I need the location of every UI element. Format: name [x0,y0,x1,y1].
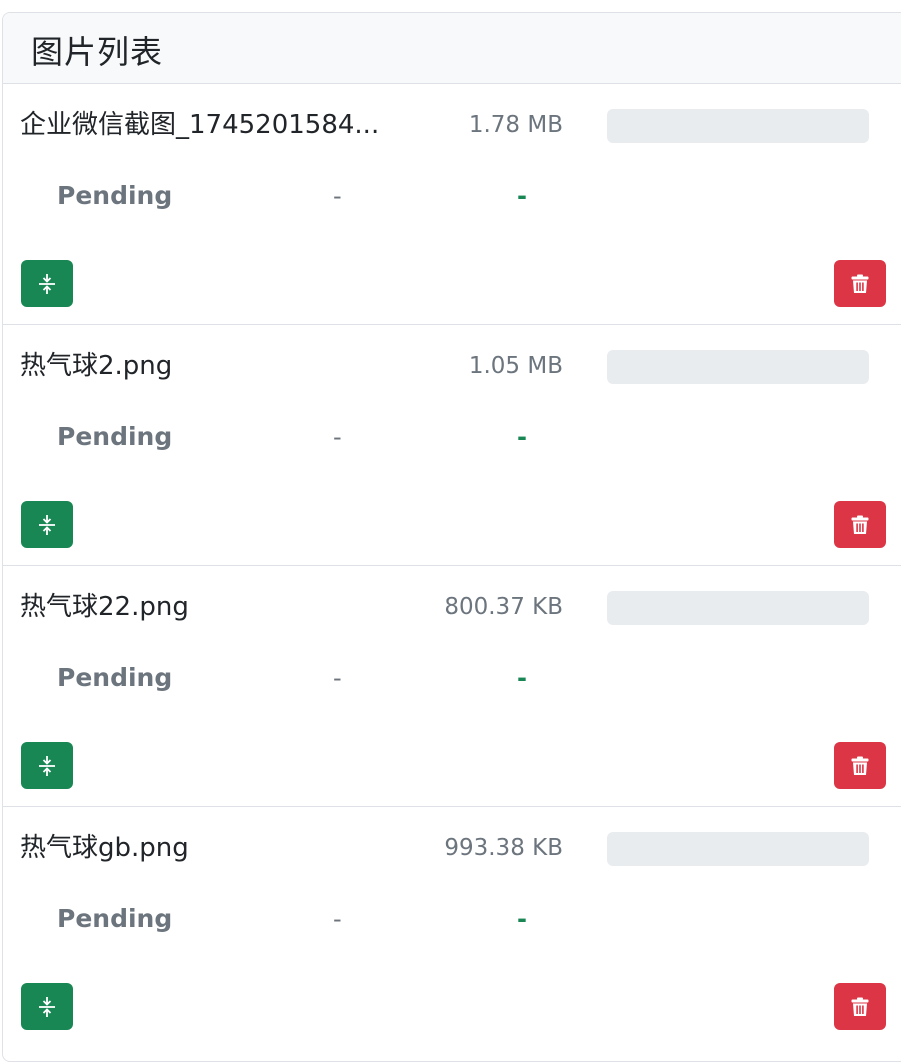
compressed-size: - [333,905,342,933]
file-name: 热气球gb.png [20,833,189,863]
trash-icon [851,997,869,1016]
card-title: 图片列表 [31,33,164,71]
compression-ratio: - [517,905,527,933]
status-text: Pending [57,663,173,692]
list-item: 热气球gb.png 993.38 KB Pending - - [3,807,901,1048]
compress-button[interactable] [21,983,73,1030]
compressed-size: - [333,182,342,210]
compression-ratio: - [517,664,527,692]
trash-icon [851,756,869,775]
progress-bar [607,109,869,143]
file-size: 800.37 KB [444,594,563,620]
delete-button[interactable] [834,742,886,789]
card-header: 图片列表 [3,13,901,84]
status-text: Pending [57,422,173,451]
list-item: 企业微信截图_1745201584... 1.78 MB Pending - - [3,84,901,325]
status-text: Pending [57,181,173,210]
list-item: 热气球2.png 1.05 MB Pending - - [3,325,901,566]
file-name: 企业微信截图_1745201584... [20,110,380,140]
file-name: 热气球2.png [20,351,173,381]
progress-bar [607,832,869,866]
delete-button[interactable] [834,983,886,1030]
compress-button[interactable] [21,260,73,307]
progress-bar [607,591,869,625]
compressed-size: - [333,664,342,692]
list-item: 热气球22.png 800.37 KB Pending - - [3,566,901,807]
compress-button[interactable] [21,501,73,548]
compression-ratio: - [517,423,527,451]
file-size: 1.05 MB [468,353,563,379]
progress-bar [607,350,869,384]
file-size: 1.78 MB [468,112,563,138]
trash-icon [851,274,869,293]
trash-icon [851,515,869,534]
status-text: Pending [57,904,173,933]
file-size: 993.38 KB [444,835,563,861]
compress-icon [39,755,55,776]
compression-ratio: - [517,182,527,210]
compress-icon [39,996,55,1017]
image-list-card: 图片列表 企业微信截图_1745201584... 1.78 MB Pendin… [2,12,901,1062]
compress-button[interactable] [21,742,73,789]
compressed-size: - [333,423,342,451]
compress-icon [39,273,55,294]
delete-button[interactable] [834,501,886,548]
delete-button[interactable] [834,260,886,307]
file-name: 热气球22.png [20,592,189,622]
compress-icon [39,514,55,535]
